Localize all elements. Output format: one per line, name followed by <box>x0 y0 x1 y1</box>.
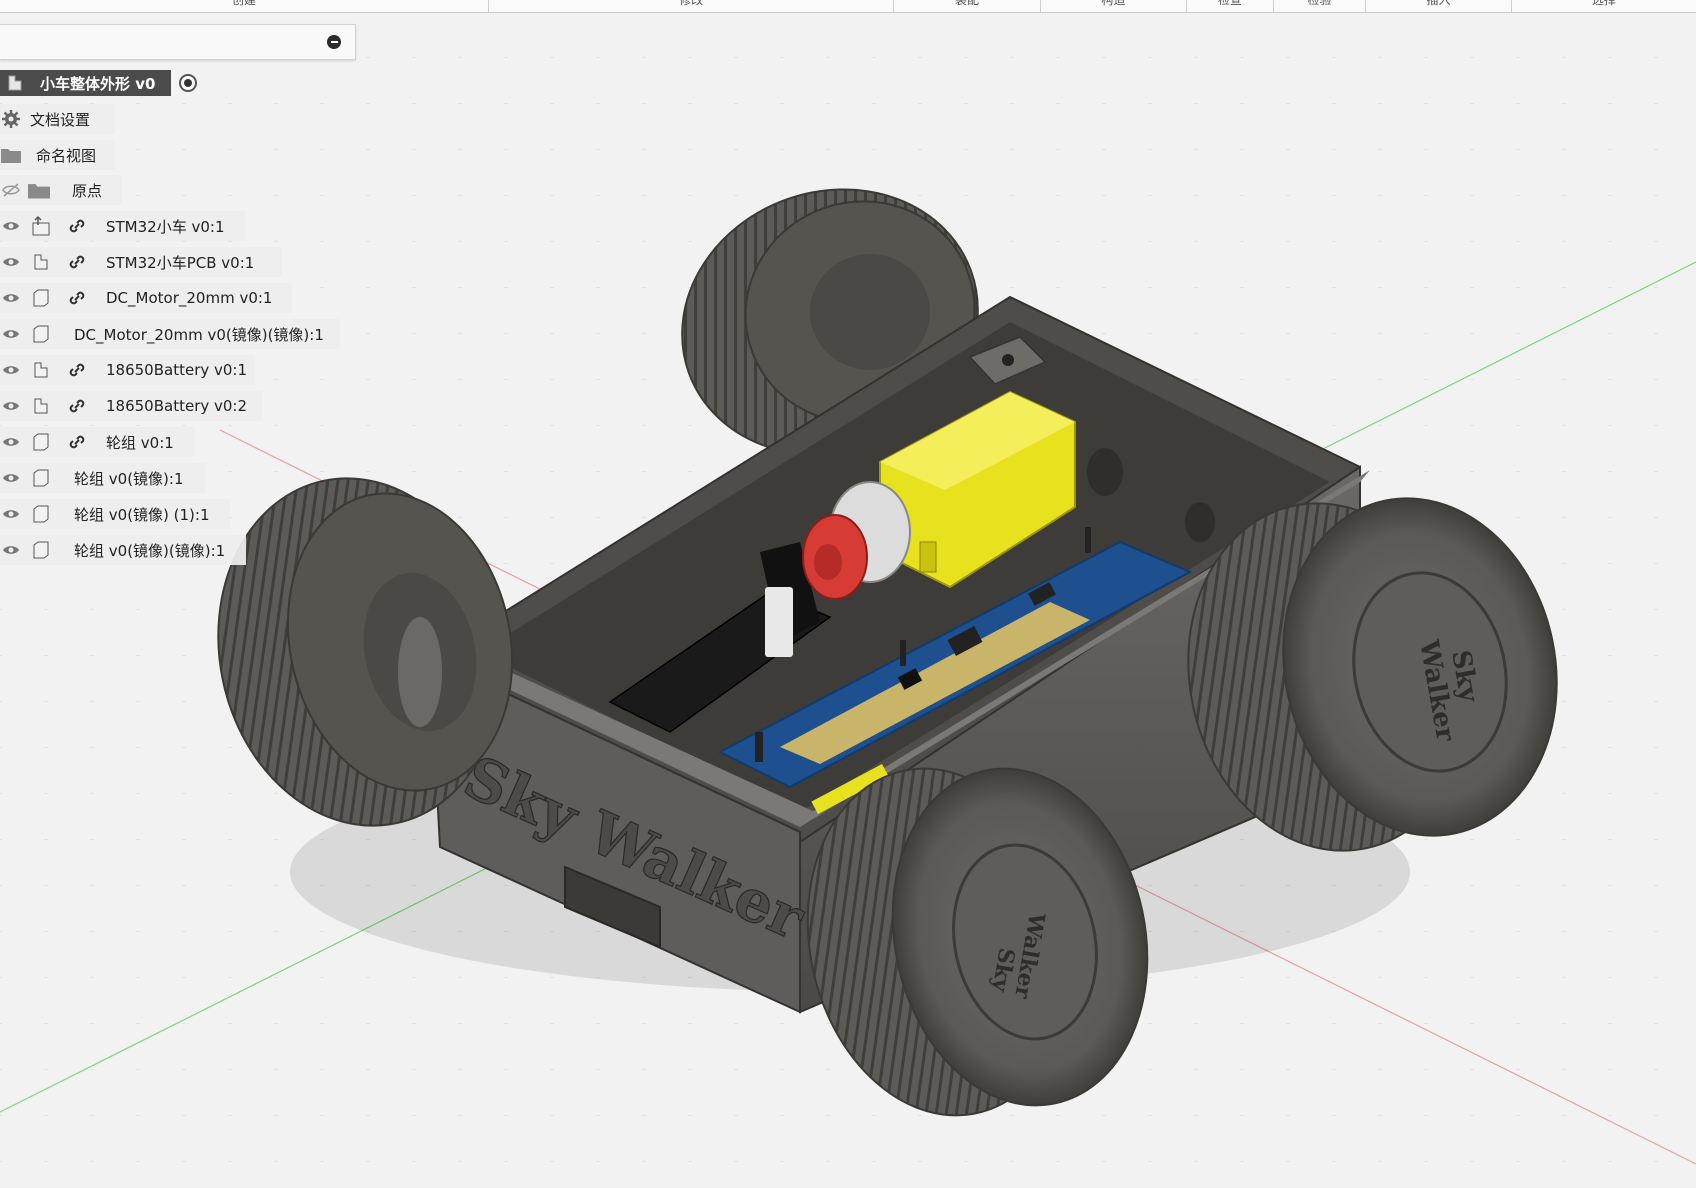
car-model-render[interactable]: Sky Walker Sky Walker Walker Sky <box>0 12 1696 1188</box>
browser-item-wheel-group-1[interactable]: 轮组 v0:1 <box>0 427 195 457</box>
browser-item-label: 18650Battery v0:1 <box>106 361 248 379</box>
body-icon <box>30 467 52 489</box>
browser-item-origin[interactable]: 原点 <box>0 175 122 205</box>
component-icon <box>30 395 52 417</box>
browser-item-stm32-pcb[interactable]: STM32小车PCB v0:1 <box>0 247 282 277</box>
browser-item-label: 轮组 v0(镜像):1 <box>74 469 184 488</box>
eye-icon[interactable] <box>0 323 22 345</box>
browser-header[interactable] <box>0 24 356 60</box>
root-highlight: 小车整体外形 v0 <box>0 70 172 96</box>
toolbar-tab-select[interactable]: 选择 <box>1512 0 1696 12</box>
browser-item-label: STM32小车PCB v0:1 <box>106 253 255 272</box>
toolbar: 创建 修改 装配 构造 检查 检验 插入 选择 <box>0 0 1696 13</box>
component-icon <box>30 359 52 381</box>
browser-item-doc-settings[interactable]: 文档设置 <box>0 104 115 134</box>
hidden-eye-icon[interactable] <box>0 179 22 201</box>
toolbar-tab-assemble[interactable]: 装配 <box>894 0 1041 12</box>
eye-icon[interactable] <box>0 431 22 453</box>
browser-item-stm32-car[interactable]: STM32小车 v0:1 <box>0 211 245 241</box>
eye-icon[interactable] <box>0 251 22 273</box>
link-icon <box>66 251 88 273</box>
toolbar-tab-construct[interactable]: 构造 <box>1041 0 1188 12</box>
eye-icon[interactable] <box>0 359 22 381</box>
body-icon <box>30 539 52 561</box>
eye-icon[interactable] <box>0 287 22 309</box>
eye-icon[interactable] <box>0 539 22 561</box>
toolbar-tab-insert[interactable]: 插入 <box>1366 0 1512 12</box>
toolbar-tab-check[interactable]: 检验 <box>1274 0 1367 12</box>
browser-item-dc-motor-mirror[interactable]: DC_Motor_20mm v0(镜像)(镜像):1 <box>0 319 340 349</box>
eye-icon[interactable] <box>0 215 22 237</box>
link-icon <box>66 287 88 309</box>
link-icon <box>66 431 88 453</box>
body-icon <box>30 503 52 525</box>
browser-item-label: 文档设置 <box>30 110 91 129</box>
browser-item-wheel-group-mirror-mirror[interactable]: 轮组 v0(镜像)(镜像):1 <box>0 535 246 565</box>
root-component-label: 小车整体外形 v0 <box>40 74 156 93</box>
toolbar-tab-modify[interactable]: 修改 <box>489 0 895 12</box>
browser-root-component[interactable]: 小车整体外形 v0 <box>0 68 198 98</box>
browser-item-label: 命名视图 <box>36 146 97 165</box>
collapse-button[interactable] <box>327 35 341 49</box>
browser-item-named-views[interactable]: 命名视图 <box>0 140 115 170</box>
browser-item-label: DC_Motor_20mm v0(镜像)(镜像):1 <box>74 325 324 344</box>
folder-icon <box>0 144 22 166</box>
browser-item-label: DC_Motor_20mm v0:1 <box>106 289 273 307</box>
browser-item-label: 轮组 v0(镜像)(镜像):1 <box>74 541 226 560</box>
link-icon <box>66 215 88 237</box>
link-icon <box>66 359 88 381</box>
eye-icon[interactable] <box>0 503 22 525</box>
browser-item-label: 轮组 v0:1 <box>106 433 174 452</box>
eye-icon[interactable] <box>0 467 22 489</box>
browser-item-battery-2[interactable]: 18650Battery v0:2 <box>0 391 262 421</box>
toolbar-tab-create[interactable]: 创建 <box>0 0 489 12</box>
folder-icon <box>28 179 50 201</box>
browser-item-label: STM32小车 v0:1 <box>106 217 225 236</box>
browser-item-label: 轮组 v0(镜像) (1):1 <box>74 505 210 524</box>
link-icon <box>66 395 88 417</box>
assembly-icon <box>30 215 52 237</box>
gear-icon <box>0 108 22 130</box>
activate-radio-button[interactable] <box>179 74 198 92</box>
body-icon <box>30 431 52 453</box>
browser-item-label: 原点 <box>72 181 103 200</box>
body-icon <box>30 287 52 309</box>
component-icon <box>30 251 52 273</box>
toolbar-tab-inspect[interactable]: 检查 <box>1187 0 1274 12</box>
browser-item-dc-motor[interactable]: DC_Motor_20mm v0:1 <box>0 283 292 313</box>
body-icon <box>30 323 52 345</box>
browser-item-wheel-group-mirror[interactable]: 轮组 v0(镜像):1 <box>0 463 205 493</box>
eye-icon[interactable] <box>0 395 22 417</box>
browser-item-battery-1[interactable]: 18650Battery v0:1 <box>0 355 255 385</box>
browser-item-wheel-group-mirror-1[interactable]: 轮组 v0(镜像) (1):1 <box>0 499 230 529</box>
component-icon <box>4 72 26 94</box>
browser-item-label: 18650Battery v0:2 <box>106 397 248 415</box>
